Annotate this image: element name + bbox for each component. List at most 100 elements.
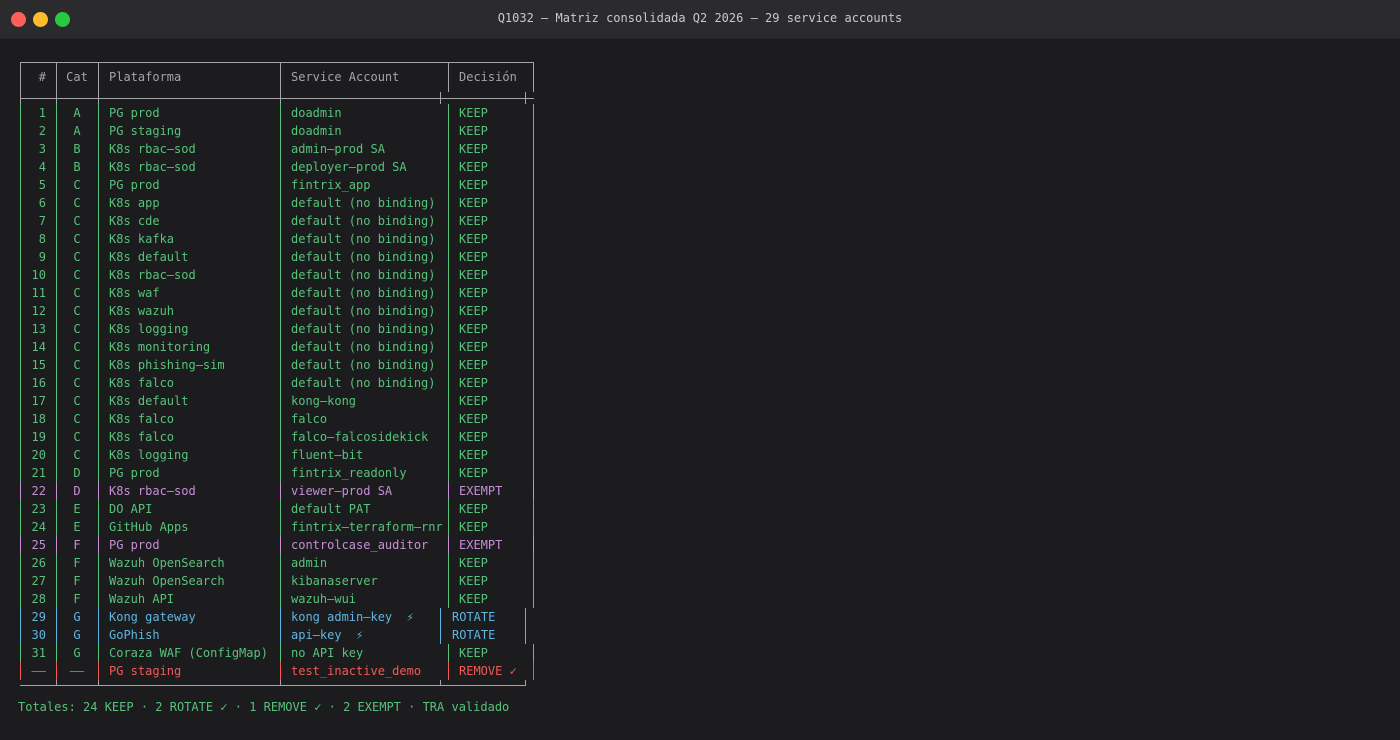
- cell-platform: K8s waf: [109, 286, 160, 300]
- column-divider: [56, 320, 57, 338]
- column-divider: [280, 284, 281, 302]
- column-divider: [533, 554, 534, 572]
- column-divider: [56, 194, 57, 212]
- cell-service-account: default (no binding): [291, 358, 436, 372]
- cell-service-account: fintrix_app: [291, 178, 371, 192]
- decision-matrix-table: # Cat Plataforma Service Account Decisió…: [18, 62, 536, 690]
- cell-num: 4: [38, 160, 46, 174]
- cell-service-account: wazuh–wui: [291, 592, 357, 606]
- cell-decision: KEEP: [459, 556, 488, 570]
- column-divider: [448, 482, 449, 500]
- header-separator: [18, 92, 536, 104]
- cell-num: 7: [38, 214, 46, 228]
- column-divider: [448, 554, 449, 572]
- cell-platform: K8s monitoring: [109, 340, 211, 354]
- column-divider: [533, 662, 534, 680]
- column-divider: [56, 338, 57, 356]
- cell-platform: K8s cde: [109, 214, 160, 228]
- table-row: 14 C K8s monitoring default (no binding) KEE…: [18, 338, 536, 356]
- column-divider: [280, 554, 281, 572]
- cell-decision: REMOVE ✓: [459, 664, 517, 678]
- column-divider: [533, 212, 534, 230]
- cell-decision: KEEP: [459, 250, 488, 264]
- cell-num: 20: [31, 448, 46, 462]
- cell-service-account: default (no binding): [291, 214, 436, 228]
- column-divider: [448, 356, 449, 374]
- cell-platform: K8s kafka: [109, 232, 175, 246]
- column-divider: [98, 608, 99, 626]
- cell-platform: K8s default: [109, 250, 189, 264]
- column-divider: [533, 230, 534, 248]
- cell-platform: K8s rbac–sod: [109, 160, 196, 174]
- header-decision: Decisión: [459, 70, 517, 84]
- cell-num: 24: [31, 520, 46, 534]
- cell-decision: KEEP: [459, 178, 488, 192]
- cell-decision: KEEP: [459, 430, 488, 444]
- column-divider: [533, 176, 534, 194]
- column-divider: [280, 590, 281, 608]
- cell-service-account: api–key ⚡: [291, 628, 364, 642]
- table-row: 9 C K8s default default (no binding) KEEP: [18, 248, 536, 266]
- cell-num: 18: [31, 412, 46, 426]
- cell-service-account: fintrix_readonly: [291, 466, 407, 480]
- cell-decision: KEEP: [459, 394, 488, 408]
- cell-platform: K8s logging: [109, 448, 189, 462]
- cell-service-account: no API key: [291, 646, 364, 660]
- table-row: 3 B K8s rbac–sod admin–prod SA KEEP: [18, 140, 536, 158]
- column-divider: [56, 500, 57, 518]
- column-divider: [533, 122, 534, 140]
- cell-category: G: [73, 610, 81, 624]
- column-divider: [533, 302, 534, 320]
- column-divider: [280, 374, 281, 392]
- cell-platform: K8s app: [109, 196, 160, 210]
- cell-decision: EXEMPT: [459, 538, 503, 552]
- column-divider: [98, 266, 99, 284]
- column-divider: [533, 536, 534, 554]
- column-divider: [56, 302, 57, 320]
- table-row: 12 C K8s wazuh default (no binding) KEEP: [18, 302, 536, 320]
- column-divider: [56, 626, 57, 644]
- cell-num: 16: [31, 376, 46, 390]
- column-divider: [56, 446, 57, 464]
- table-row: 15 C K8s phishing–sim default (no binding) K…: [18, 356, 536, 374]
- cell-category: F: [73, 592, 81, 606]
- column-divider: [533, 248, 534, 266]
- cell-num: 30: [31, 628, 46, 642]
- column-divider: [448, 500, 449, 518]
- column-divider: [98, 626, 99, 644]
- table-row: 8 C K8s kafka default (no binding) KEEP: [18, 230, 536, 248]
- cell-decision: KEEP: [459, 592, 488, 606]
- cell-service-account: default (no binding): [291, 322, 436, 336]
- column-divider: [98, 500, 99, 518]
- cell-num: 14: [31, 340, 46, 354]
- column-divider: [280, 194, 281, 212]
- cell-category: F: [73, 574, 81, 588]
- column-divider: [280, 392, 281, 410]
- cell-platform: K8s phishing–sim: [109, 358, 225, 372]
- table-row: 21 D PG prod fintrix_readonly KEEP: [18, 464, 536, 482]
- cell-num: 28: [31, 592, 46, 606]
- column-divider: [533, 104, 534, 122]
- column-divider: [448, 392, 449, 410]
- column-divider: [280, 122, 281, 140]
- column-divider: [98, 518, 99, 536]
- cell-platform: K8s default: [109, 394, 189, 408]
- cell-platform: DO API: [109, 502, 153, 516]
- cell-category: C: [73, 340, 81, 354]
- table-row: 27 F Wazuh OpenSearch kibanaserver KEEP: [18, 572, 536, 590]
- cell-num: 29: [31, 610, 46, 624]
- cell-category: C: [73, 304, 81, 318]
- table-row: 19 C K8s falco falco–falcosidekick KEEP: [18, 428, 536, 446]
- cell-category: G: [73, 646, 81, 660]
- table-row: 23 E DO API default PAT KEEP: [18, 500, 536, 518]
- cell-num: 6: [38, 196, 46, 210]
- column-divider: [98, 140, 99, 158]
- cell-decision: ROTATE: [452, 628, 496, 642]
- column-divider: [98, 482, 99, 500]
- table-row: 30 G GoPhish api–key ⚡ ROTATE: [18, 626, 536, 644]
- column-divider: [98, 554, 99, 572]
- cell-decision: KEEP: [459, 106, 488, 120]
- cell-platform: GitHub Apps: [109, 520, 189, 534]
- column-divider: [56, 590, 57, 608]
- cell-category: C: [73, 412, 81, 426]
